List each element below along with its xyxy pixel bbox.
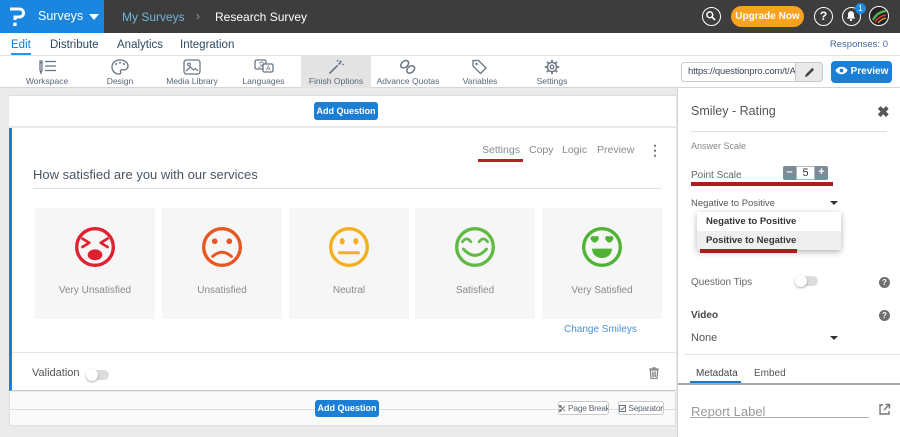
- svg-text:A: A: [266, 66, 271, 73]
